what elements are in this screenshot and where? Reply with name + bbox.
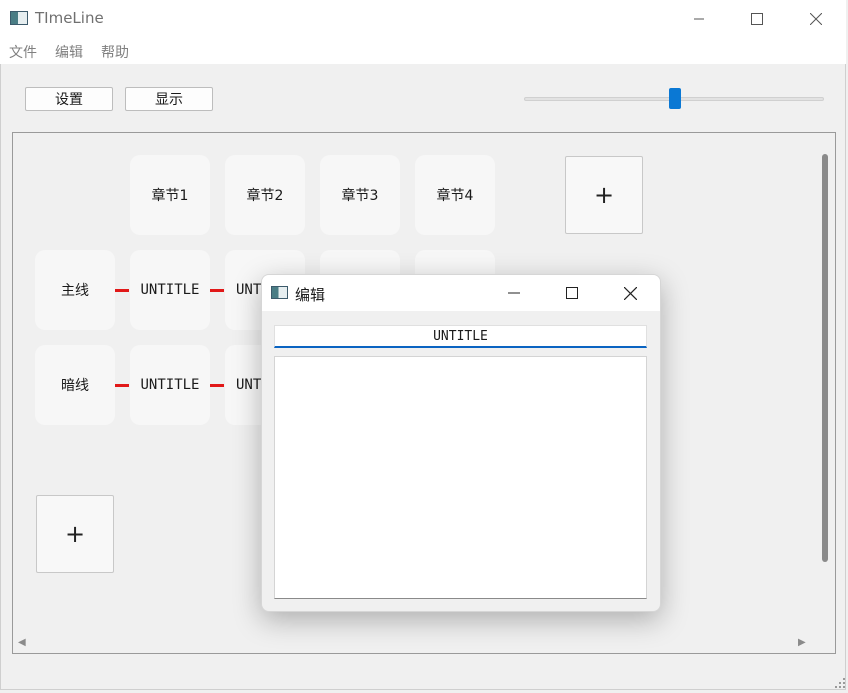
close-icon <box>623 286 637 300</box>
dialog-app-icon <box>271 286 288 299</box>
dialog-maximize-button[interactable] <box>543 275 601 311</box>
event-title-input[interactable]: UNTITLE <box>274 325 647 348</box>
menu-help[interactable]: 帮助 <box>101 42 129 62</box>
display-button[interactable]: 显示 <box>125 87 213 111</box>
add-row-button[interactable]: + <box>36 495 114 573</box>
zoom-slider-handle[interactable] <box>669 88 681 109</box>
row-connector <box>210 289 224 292</box>
minimize-button[interactable] <box>676 0 722 38</box>
dialog-title: 编辑 <box>295 286 326 304</box>
scroll-left-arrow-icon[interactable]: ◀ <box>18 637 26 648</box>
minimize-icon <box>694 18 704 20</box>
add-chapter-button[interactable]: + <box>565 156 643 234</box>
chapter-header-1[interactable]: 章节1 <box>130 155 210 235</box>
window-title: TImeLine <box>35 9 104 27</box>
maximize-button[interactable] <box>734 0 780 38</box>
row-connector <box>115 384 129 387</box>
maximize-icon <box>751 13 763 25</box>
close-button[interactable] <box>793 0 839 38</box>
minimize-icon <box>508 292 520 294</box>
chapter-header-4[interactable]: 章节4 <box>415 155 495 235</box>
chapter-header-3[interactable]: 章节3 <box>320 155 400 235</box>
row-connector <box>115 289 129 292</box>
app-icon <box>10 11 28 25</box>
close-icon <box>810 13 822 25</box>
menu-edit[interactable]: 编辑 <box>55 42 83 62</box>
dialog-close-button[interactable] <box>601 275 659 311</box>
scroll-right-arrow-icon[interactable]: ▶ <box>798 637 806 648</box>
maximize-icon <box>566 287 578 299</box>
event-card[interactable]: UNTITLE <box>130 345 210 425</box>
dialog-minimize-button[interactable] <box>485 275 543 311</box>
event-card[interactable]: UNTITLE <box>130 250 210 330</box>
event-body-textarea[interactable] <box>274 356 647 599</box>
chapter-header-2[interactable]: 章节2 <box>225 155 305 235</box>
settings-button[interactable]: 设置 <box>25 87 113 111</box>
horizontal-scrollbar[interactable] <box>13 633 815 653</box>
row-connector <box>210 384 224 387</box>
menu-file[interactable]: 文件 <box>9 42 37 62</box>
row-label-main[interactable]: 主线 <box>35 250 115 330</box>
edit-dialog: 编辑 UNTITLE <box>261 274 661 612</box>
row-label-hidden[interactable]: 暗线 <box>35 345 115 425</box>
vertical-scrollbar-thumb[interactable] <box>822 154 828 562</box>
resize-grip-icon[interactable] <box>834 677 846 689</box>
